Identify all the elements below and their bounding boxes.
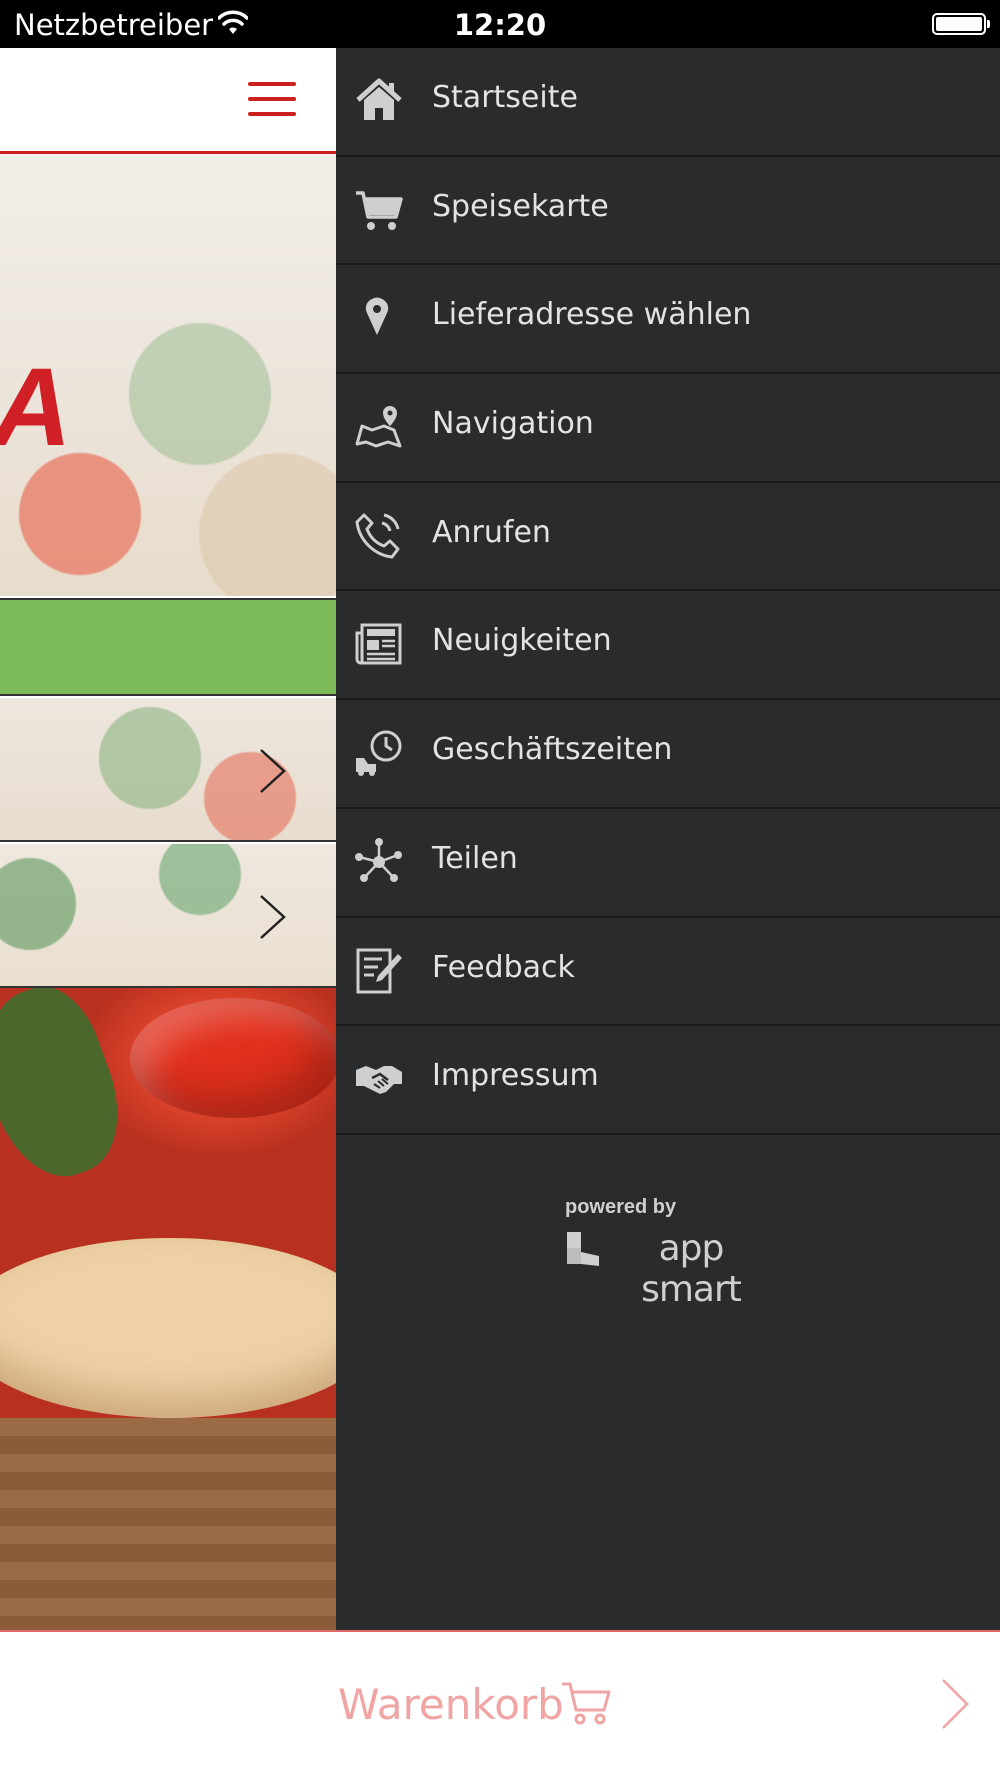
- menu-item-navigation[interactable]: Navigation: [336, 374, 1000, 483]
- menu-item-label: Lieferadresse wählen: [432, 297, 752, 333]
- feedback-icon: [356, 948, 402, 993]
- newspaper-icon: [355, 623, 402, 666]
- chevron-right-icon: [260, 895, 286, 939]
- hero-image: A: [0, 154, 336, 596]
- menu-item-anrufen[interactable]: Anrufen: [336, 483, 1000, 592]
- battery-icon: [932, 13, 990, 35]
- brand-name: app smart: [641, 1228, 742, 1310]
- brand-logo[interactable]: app smart: [565, 1228, 775, 1310]
- cart-bar[interactable]: Warenkorb: [0, 1630, 1000, 1778]
- menu-item-startseite[interactable]: Startseite: [336, 48, 1000, 157]
- home-icon: [356, 78, 402, 120]
- clock: 12:20: [453, 8, 547, 42]
- menu-item-label: Geschäftszeiten: [432, 732, 673, 768]
- drawer-menu: Startseite Speisekarte Lieferadresse wäh…: [336, 48, 1000, 1135]
- delivery-clock-icon: [356, 730, 402, 777]
- menu-item-label: Anrufen: [432, 514, 551, 550]
- location-pin-icon: [365, 298, 389, 336]
- chevron-right-icon: [260, 749, 286, 793]
- background-app: A: [0, 48, 336, 1630]
- phone-icon: [355, 513, 400, 559]
- menu-item-teilen[interactable]: Teilen: [336, 809, 1000, 918]
- app-smart-logo-icon: [567, 1232, 599, 1266]
- category-row[interactable]: [0, 844, 336, 988]
- menu-item-label: Impressum: [432, 1058, 599, 1094]
- menu-item-label: Feedback: [432, 949, 575, 985]
- menu-item-geschaeftszeiten[interactable]: Geschäftszeiten: [336, 700, 1000, 809]
- map-icon: [355, 406, 402, 448]
- handshake-icon: [356, 1066, 402, 1095]
- cart-icon: [562, 1682, 611, 1725]
- menu-item-neuigkeiten[interactable]: Neuigkeiten: [336, 591, 1000, 701]
- menu-item-feedback[interactable]: Feedback: [336, 918, 1000, 1027]
- menu-item-impressum[interactable]: Impressum: [336, 1026, 1000, 1135]
- menu-item-label: Speisekarte: [432, 188, 609, 224]
- pizza-image: [0, 988, 336, 1630]
- powered-by-text: powered by: [565, 1196, 677, 1218]
- menu-item-speisekarte[interactable]: Speisekarte: [336, 157, 1000, 266]
- hamburger-menu-icon[interactable]: [248, 82, 298, 118]
- side-drawer: Startseite Speisekarte Lieferadresse wäh…: [336, 48, 1000, 1630]
- app-header: [0, 48, 336, 154]
- menu-item-label: Neuigkeiten: [432, 623, 612, 659]
- menu-item-label: Navigation: [432, 406, 594, 442]
- status-bar: Netzbetreiber 12:20: [0, 0, 1000, 48]
- cart-icon: [356, 190, 403, 230]
- category-row[interactable]: [0, 698, 336, 842]
- menu-item-label: Startseite: [432, 80, 578, 115]
- restaurant-logo: A: [0, 344, 71, 471]
- cart-label: Warenkorb: [338, 1680, 564, 1729]
- menu-item-lieferadresse[interactable]: Lieferadresse wählen: [336, 265, 1000, 375]
- chevron-right-icon[interactable]: [940, 1678, 970, 1730]
- share-icon: [355, 837, 402, 882]
- green-banner[interactable]: [0, 598, 336, 696]
- menu-item-label: Teilen: [432, 840, 518, 876]
